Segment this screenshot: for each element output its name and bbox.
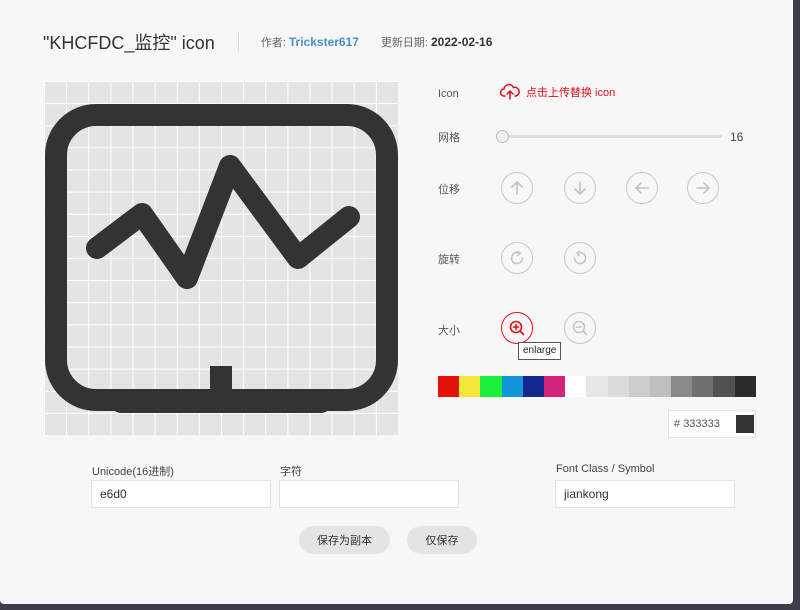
save-as-copy-button[interactable]: 保存为副本 [299, 526, 390, 554]
enlarge-button[interactable] [501, 312, 533, 344]
grid-label: 网格 [438, 132, 460, 144]
rotate-clockwise-button[interactable] [501, 242, 533, 274]
grid-slider-thumb[interactable] [496, 130, 509, 143]
author-label: 作者: [260, 37, 286, 49]
fontclass-input[interactable] [555, 480, 735, 508]
meta-info: 作者: Trickster617 更新日期: 2022-02-16 [261, 34, 493, 50]
monitor-icon [45, 104, 398, 413]
icon-label: Icon [438, 88, 459, 100]
arrow-down-icon [574, 181, 586, 195]
cloud-upload-icon [500, 84, 520, 100]
color-swatch[interactable] [671, 376, 693, 397]
rotate-counterclockwise-icon [573, 250, 587, 265]
color-swatch[interactable] [501, 376, 523, 397]
rotate-clockwise-icon [510, 250, 524, 265]
author-link[interactable]: Trickster617 [289, 35, 359, 49]
color-swatch[interactable] [480, 376, 502, 397]
unicode-label: Unicode(16进制) [92, 466, 174, 478]
fontclass-label: Font Class / Symbol [556, 463, 655, 475]
char-input[interactable] [279, 480, 459, 508]
color-swatch[interactable] [543, 376, 566, 397]
zoom-out-icon [572, 320, 588, 336]
upload-icon-button[interactable]: 点击上传替换 icon [500, 84, 615, 100]
hex-value: 333333 [683, 418, 720, 430]
header-divider [237, 32, 239, 52]
color-swatch[interactable] [565, 376, 587, 397]
save-only-button[interactable]: 仅保存 [407, 526, 477, 554]
move-up-button[interactable] [501, 172, 533, 204]
color-swatch[interactable] [692, 376, 714, 397]
move-right-button[interactable] [687, 172, 719, 204]
color-swatch[interactable] [438, 376, 460, 397]
shrink-button[interactable] [564, 312, 596, 344]
color-swatch[interactable] [459, 376, 481, 397]
arrow-right-icon [696, 182, 710, 194]
color-swatch[interactable] [713, 376, 735, 397]
icon-canvas-grid[interactable] [44, 81, 398, 435]
date-label: 更新日期: [380, 37, 428, 49]
grid-slider[interactable] [496, 130, 722, 143]
move-label: 位移 [438, 184, 460, 196]
zoom-in-icon [509, 320, 525, 336]
rotate-label: 旋转 [438, 254, 460, 266]
current-color-chip[interactable] [736, 415, 754, 433]
upload-label: 点击上传替换 icon [526, 87, 616, 99]
size-label: 大小 [438, 325, 460, 337]
move-left-button[interactable] [626, 172, 658, 204]
date-value: 2022-02-16 [431, 35, 493, 49]
color-swatch[interactable] [607, 376, 629, 397]
header: "KHCFDC_监控" icon 作者: Trickster617 更新日期: … [43, 28, 492, 56]
color-swatch[interactable] [586, 376, 608, 397]
icon-title: "KHCFDC_监控" icon [43, 33, 215, 53]
hex-hash: # [674, 418, 681, 430]
rotate-counterclockwise-button[interactable] [564, 242, 596, 274]
arrow-up-icon [511, 181, 523, 195]
grid-value: 16 [730, 130, 744, 144]
color-palette [438, 376, 756, 397]
char-label: 字符 [280, 466, 302, 478]
unicode-input[interactable] [91, 480, 271, 508]
move-down-button[interactable] [564, 172, 596, 204]
color-swatch[interactable] [649, 376, 672, 397]
color-swatch[interactable] [522, 376, 544, 397]
enlarge-tooltip: enlarge [518, 342, 562, 360]
color-swatch[interactable] [628, 376, 650, 397]
arrow-left-icon [635, 182, 649, 194]
icon-edit-dialog: "KHCFDC_监控" icon 作者: Trickster617 更新日期: … [0, 0, 793, 604]
color-hex-text: # 333333 [674, 418, 734, 430]
color-hex-box[interactable]: # 333333 [668, 410, 756, 438]
color-swatch[interactable] [734, 376, 756, 397]
